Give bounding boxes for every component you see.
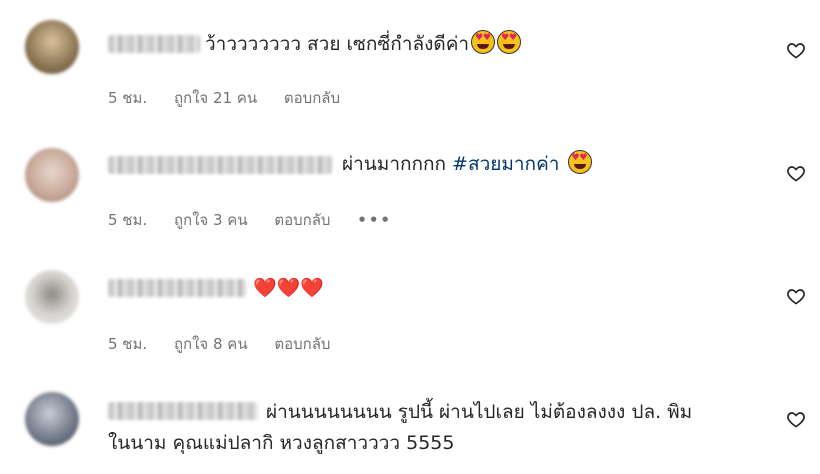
avatar[interactable]: [25, 392, 79, 446]
timestamp: 5 ชม.: [108, 89, 148, 107]
like-button[interactable]: [786, 409, 810, 433]
more-options-icon[interactable]: •••: [357, 211, 392, 229]
like-button[interactable]: [786, 163, 810, 187]
username-blurred[interactable]: [108, 402, 258, 420]
hashtag-link[interactable]: #สวยมากค่า: [452, 153, 559, 175]
comment-text: ❤️❤️❤️: [253, 272, 324, 304]
heart-eyes-emoji-icon: [497, 30, 522, 54]
like-button[interactable]: [786, 40, 810, 64]
heart-outline-icon: [787, 289, 805, 305]
heart-outline-icon: [787, 166, 805, 182]
comment-meta: 5 ชม. ถูกใจ 8 คน ตอบกลับ: [108, 332, 352, 356]
timestamp: 5 ชม.: [108, 335, 148, 353]
timestamp: 5 ชม.: [108, 211, 148, 229]
comment-text: ว้าววววววว สวย เซกซี่กำลังดีค่า: [205, 28, 522, 60]
comment-meta: 5 ชม. ถูกใจ 3 คน ตอบกลับ •••: [108, 208, 414, 232]
heart-eyes-emoji-icon: [471, 30, 496, 54]
likes-count-link[interactable]: ถูกใจ 21 คน: [174, 89, 257, 107]
comment-body: ผ่านมากกกก: [342, 153, 446, 175]
avatar[interactable]: [25, 270, 79, 324]
username-blurred[interactable]: [108, 279, 246, 297]
comment-text-line-2: ในนาม คุณแม่ปลากิ หวงลูกสาวววว 5555: [108, 432, 455, 454]
like-button[interactable]: [786, 286, 810, 310]
heart-outline-icon: [787, 412, 805, 428]
avatar[interactable]: [25, 148, 79, 202]
comment-meta: 5 ชม. ถูกใจ 21 คน ตอบกลับ: [108, 86, 362, 110]
comment-text-line-1: ผ่านนนนนนนน รูปนี้ ผ่านไปเลย ไม่ต้องลงงง…: [266, 401, 693, 423]
username-blurred[interactable]: [108, 156, 332, 174]
avatar[interactable]: [25, 20, 79, 74]
likes-count-link[interactable]: ถูกใจ 3 คน: [174, 211, 248, 229]
comment-body: ว้าววววววว สวย เซกซี่กำลังดีค่า: [205, 33, 470, 55]
likes-count-link[interactable]: ถูกใจ 8 คน: [174, 335, 248, 353]
heart-eyes-emoji-icon: [567, 150, 592, 174]
red-hearts-emoji: ❤️❤️❤️: [253, 277, 324, 299]
heart-outline-icon: [787, 43, 805, 59]
username-blurred[interactable]: [108, 35, 200, 53]
reply-link[interactable]: ตอบกลับ: [284, 89, 340, 107]
reply-link[interactable]: ตอบกลับ: [274, 211, 330, 229]
comment-text: ผ่านมากกกก #สวยมากค่า: [342, 148, 592, 180]
reply-link[interactable]: ตอบกลับ: [274, 335, 330, 353]
